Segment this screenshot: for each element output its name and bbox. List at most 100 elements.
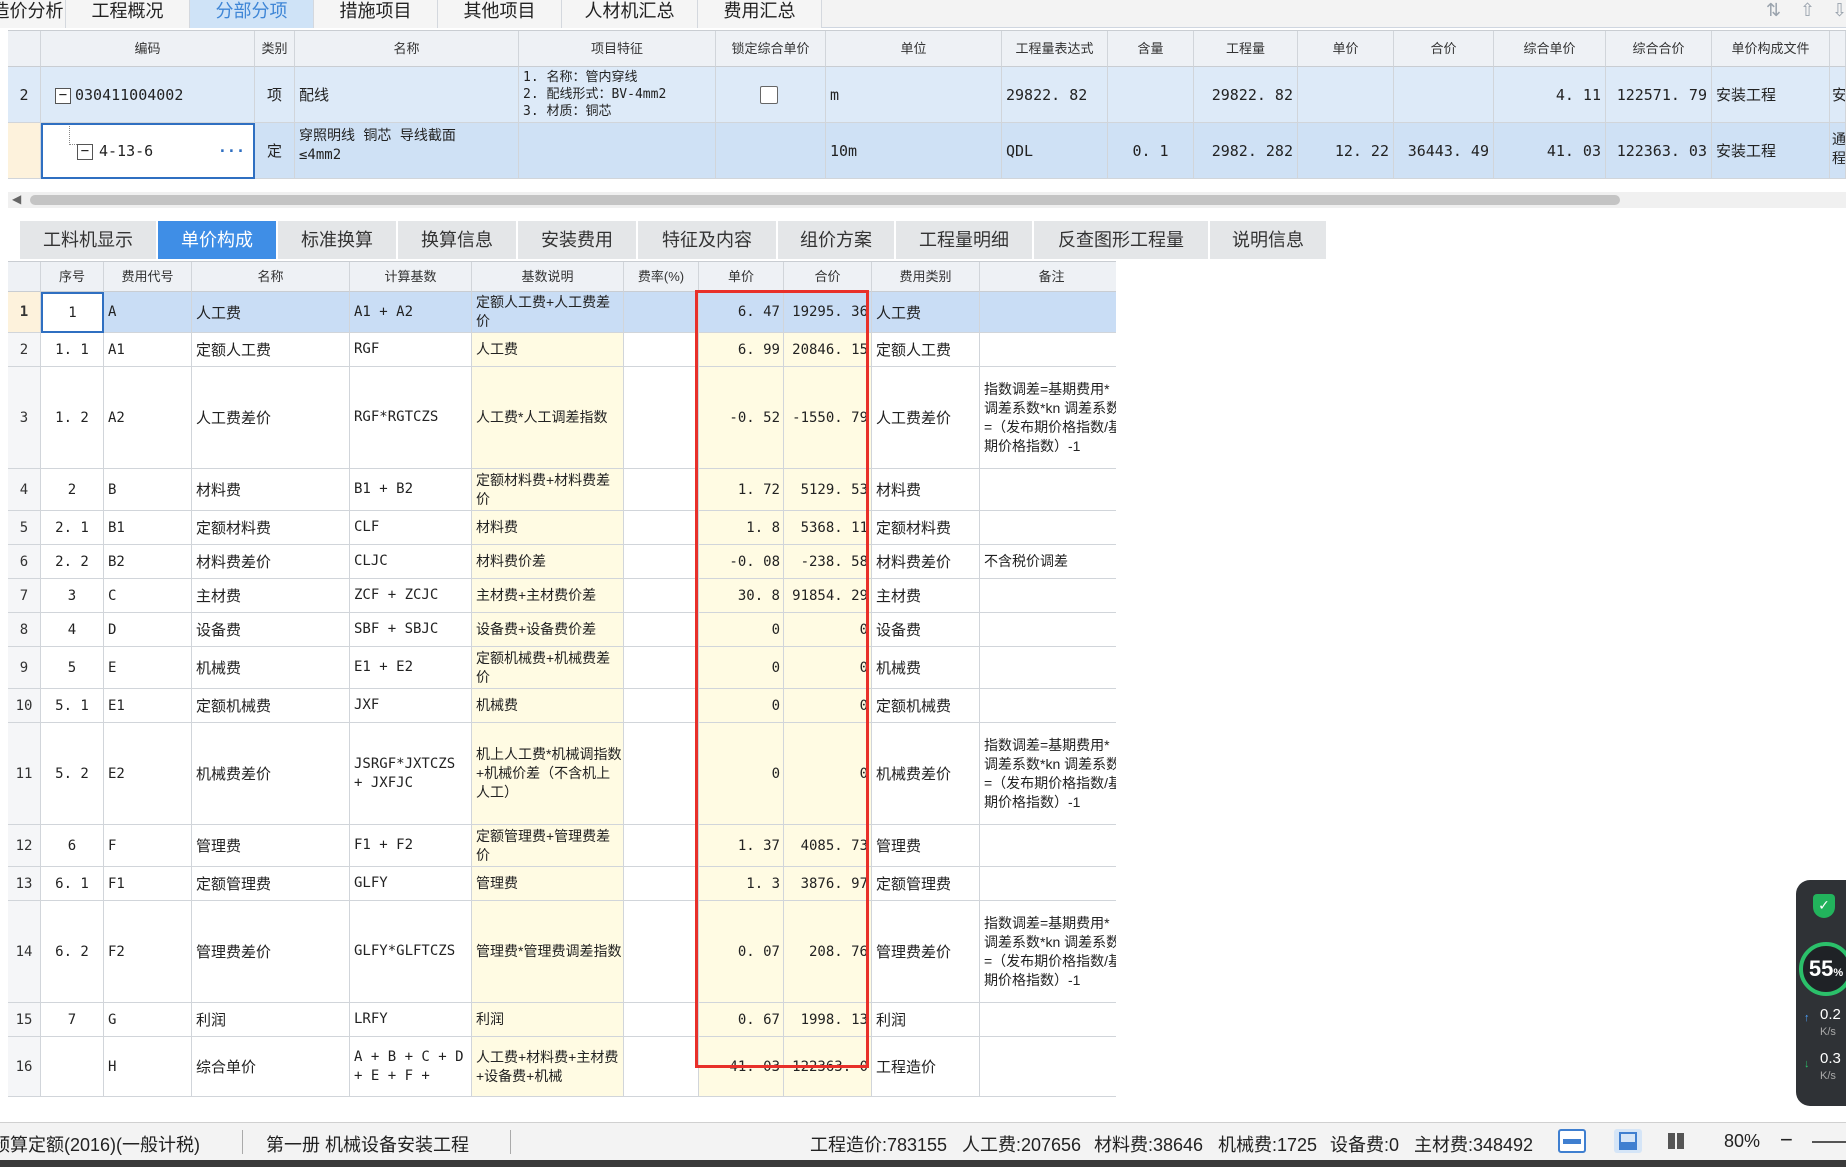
base-cell[interactable]: ZCF + ZCJC (350, 579, 472, 613)
fee-name-cell[interactable]: 综合单价 (192, 1037, 350, 1097)
col-header-qty[interactable]: 工程量 (1194, 31, 1298, 67)
tab-labor-material-display[interactable]: 工料机显示 (20, 221, 158, 259)
tab-conversion-info[interactable]: 换算信息 (398, 221, 518, 259)
item-file[interactable]: 安装工程 (1712, 67, 1830, 123)
fee-name-cell[interactable]: 人工费 (192, 292, 350, 333)
seq-cell[interactable]: 4 (41, 613, 104, 647)
tab-reverse-lookup[interactable]: 反查图形工程量 (1034, 221, 1210, 259)
item-sum-price[interactable]: 122571. 79 (1606, 67, 1712, 123)
rate-cell[interactable] (624, 825, 699, 867)
item-feature[interactable]: 1. 名称：管内穿线 2. 配线形式：BV-4mm2 3. 材质：铜芯 (519, 67, 716, 123)
fee-code-cell[interactable]: D (104, 613, 192, 647)
price-cell[interactable]: 0. 07 (699, 901, 784, 1003)
sub-item-qty[interactable]: 2982. 282 (1194, 123, 1298, 179)
col-header-name[interactable]: 名称 (295, 31, 519, 67)
price-cell[interactable]: -0. 08 (699, 545, 784, 579)
note-cell[interactable]: 不含税价调差 (980, 545, 1116, 579)
col-header-file[interactable]: 单价构成文件 (1712, 31, 1830, 67)
fee-name-cell[interactable]: 定额人工费 (192, 333, 350, 367)
zoom-out-icon[interactable]: − (1780, 1127, 1793, 1153)
quota-standard[interactable]: 预算定额(2016)(一般计税) (0, 1131, 200, 1157)
fee-code-cell[interactable]: F2 (104, 901, 192, 1003)
note-cell[interactable] (980, 867, 1116, 901)
col-header-base[interactable]: 计算基数 (350, 262, 472, 292)
seq-cell[interactable]: 2 (41, 469, 104, 511)
fee-name-cell[interactable]: 利润 (192, 1003, 350, 1037)
total-cell[interactable]: 20846. 15 (784, 333, 872, 367)
item-qty[interactable]: 29822. 82 (1194, 67, 1298, 123)
col-header-seq[interactable]: 序号 (41, 262, 104, 292)
horizontal-scrollbar[interactable]: ◀ (8, 192, 1846, 208)
col-header-name[interactable]: 名称 (192, 262, 350, 292)
base-cell[interactable]: E1 + E2 (350, 647, 472, 689)
base-desc-cell[interactable]: 人工费*人工调差指数 (472, 367, 624, 469)
seq-cell[interactable]: 5. 2 (41, 723, 104, 825)
note-cell[interactable]: 指数调差=基期费用*调差系数*kn 调差系数=（发布期价格指数/基期价格指数）-… (980, 723, 1116, 825)
base-desc-cell[interactable]: 管理费*管理费调差指数 (472, 901, 624, 1003)
base-cell[interactable]: A1 + A2 (350, 292, 472, 333)
category-cell[interactable]: 管理费差价 (872, 901, 980, 1003)
fee-code-cell[interactable]: F1 (104, 867, 192, 901)
category-cell[interactable]: 定额机械费 (872, 689, 980, 723)
price-cell[interactable]: 6. 99 (699, 333, 784, 367)
tab-project-overview[interactable]: 工程概况 (66, 0, 190, 28)
category-cell[interactable]: 主材费 (872, 579, 980, 613)
category-cell[interactable]: 定额管理费 (872, 867, 980, 901)
base-desc-cell[interactable]: 主材费+主材费价差 (472, 579, 624, 613)
seq-cell[interactable]: 2. 2 (41, 545, 104, 579)
seq-cell[interactable]: 3 (41, 579, 104, 613)
price-cell[interactable]: 0 (699, 613, 784, 647)
tab-quantity-detail[interactable]: 工程量明细 (896, 221, 1034, 259)
tab-pricing-plan[interactable]: 组价方案 (778, 221, 896, 259)
total-cell[interactable]: 0 (784, 689, 872, 723)
col-header-expr[interactable]: 工程量表达式 (1002, 31, 1108, 67)
col-header-lock-price[interactable]: 锁定综合单价 (716, 31, 826, 67)
item-total[interactable] (1394, 67, 1494, 123)
seq-cell[interactable]: 7 (41, 1003, 104, 1037)
sub-item-name[interactable]: 穿照明线 铜芯 导线截面 ≤4mm2 (295, 123, 519, 179)
tab-measures[interactable]: 措施项目 (314, 0, 438, 28)
col-header-type[interactable]: 类别 (255, 31, 295, 67)
scrollbar-thumb[interactable] (30, 195, 1620, 205)
seq-cell[interactable]: 1. 2 (41, 367, 104, 469)
fee-code-cell[interactable]: E2 (104, 723, 192, 825)
base-cell[interactable]: CLJC (350, 545, 472, 579)
base-desc-cell[interactable]: 定额材料费+材料费差价 (472, 469, 624, 511)
base-desc-cell[interactable]: 管理费 (472, 867, 624, 901)
sub-item-unit-price[interactable]: 41. 03 (1494, 123, 1606, 179)
price-cell[interactable]: 1. 37 (699, 825, 784, 867)
collapse-icon[interactable]: − (77, 143, 93, 160)
base-cell[interactable]: RGF (350, 333, 472, 367)
rate-cell[interactable] (624, 723, 699, 825)
total-cell[interactable]: 0 (784, 613, 872, 647)
col-header-base-desc[interactable]: 基数说明 (472, 262, 624, 292)
seq-cell[interactable]: 6. 2 (41, 901, 104, 1003)
more-button[interactable]: ··· (218, 125, 245, 177)
rate-cell[interactable] (624, 292, 699, 333)
rate-cell[interactable] (624, 367, 699, 469)
move-up-icon[interactable]: ⇧ (1800, 0, 1815, 21)
total-cell[interactable]: 91854. 29 (784, 579, 872, 613)
sort-icon[interactable]: ⇅ (1766, 0, 1781, 21)
total-cell[interactable]: -238. 58 (784, 545, 872, 579)
note-cell[interactable] (980, 511, 1116, 545)
layout-columns-icon[interactable] (1662, 1129, 1690, 1153)
note-cell[interactable] (980, 1037, 1116, 1097)
base-desc-cell[interactable]: 定额管理费+管理费差价 (472, 825, 624, 867)
sub-item-content[interactable]: 0. 1 (1108, 123, 1194, 179)
base-cell[interactable]: SBF + SBJC (350, 613, 472, 647)
rate-cell[interactable] (624, 333, 699, 367)
seq-cell[interactable]: 1. 1 (41, 333, 104, 367)
base-desc-cell[interactable]: 材料费价差 (472, 545, 624, 579)
fee-name-cell[interactable]: 管理费 (192, 825, 350, 867)
category-cell[interactable]: 人工费差价 (872, 367, 980, 469)
scroll-left-icon[interactable]: ◀ (12, 192, 21, 206)
tab-cost-analysis[interactable]: 造价分析 (0, 0, 66, 28)
tab-division-items[interactable]: 分部分项 (190, 0, 314, 28)
fee-name-cell[interactable]: 人工费差价 (192, 367, 350, 469)
note-cell[interactable] (980, 613, 1116, 647)
sub-item-feature[interactable] (519, 123, 716, 179)
col-header-sum-price[interactable]: 综合合价 (1606, 31, 1712, 67)
total-cell[interactable]: -1550. 79 (784, 367, 872, 469)
price-cell[interactable]: 6. 47 (699, 292, 784, 333)
